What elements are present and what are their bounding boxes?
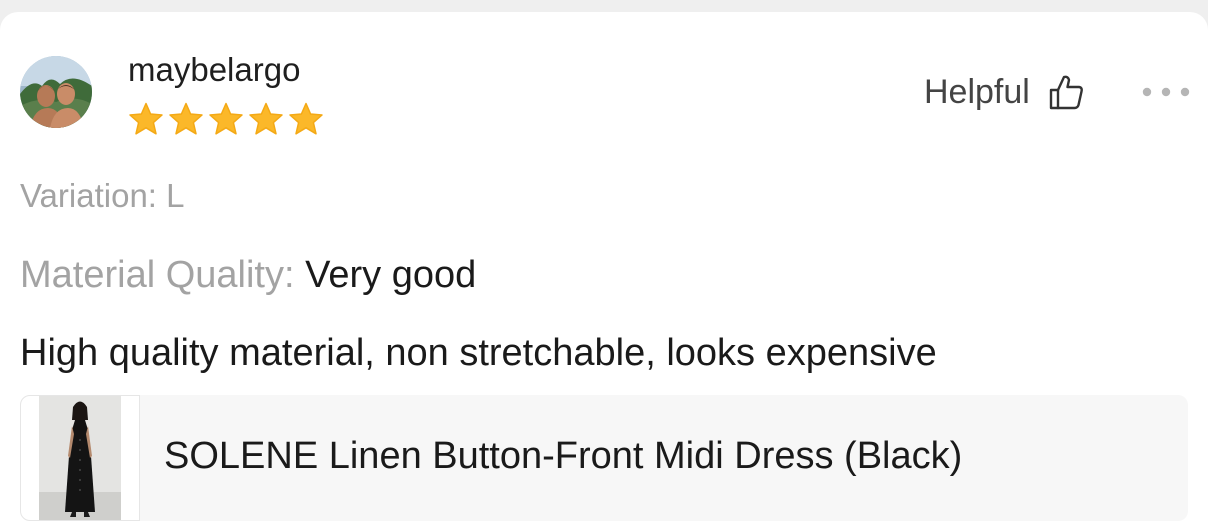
attribute-label: Material Quality: — [20, 254, 295, 296]
product-image — [39, 396, 121, 520]
product-thumbnail — [20, 395, 140, 521]
avatar-photo — [20, 56, 92, 128]
review-card: maybelargo Helpful Variation: L Material… — [0, 12, 1208, 521]
product-link[interactable]: SOLENE Linen Button-Front Midi Dress (Bl… — [20, 395, 1188, 521]
variation-label: Variation: L — [20, 177, 185, 214]
material-quality-row: Material Quality: Very good — [20, 252, 476, 298]
helpful-button[interactable]: Helpful — [924, 72, 1084, 112]
review-body: High quality material, non stretchable, … — [20, 332, 937, 374]
star-icon — [209, 102, 243, 135]
product-name: SOLENE Linen Button-Front Midi Dress (Bl… — [164, 435, 963, 477]
thumbs-up-icon — [1049, 75, 1083, 110]
star-icon — [249, 102, 283, 135]
star-icon — [129, 102, 163, 135]
helpful-label: Helpful — [924, 73, 1030, 111]
avatar[interactable] — [20, 56, 92, 128]
star-rating — [126, 100, 326, 140]
reviewer-username[interactable]: maybelargo — [128, 50, 300, 90]
attribute-value: Very good — [305, 254, 477, 296]
star-icon — [169, 102, 203, 135]
star-icon — [289, 102, 323, 135]
more-horizontal-icon[interactable] — [1140, 84, 1192, 100]
